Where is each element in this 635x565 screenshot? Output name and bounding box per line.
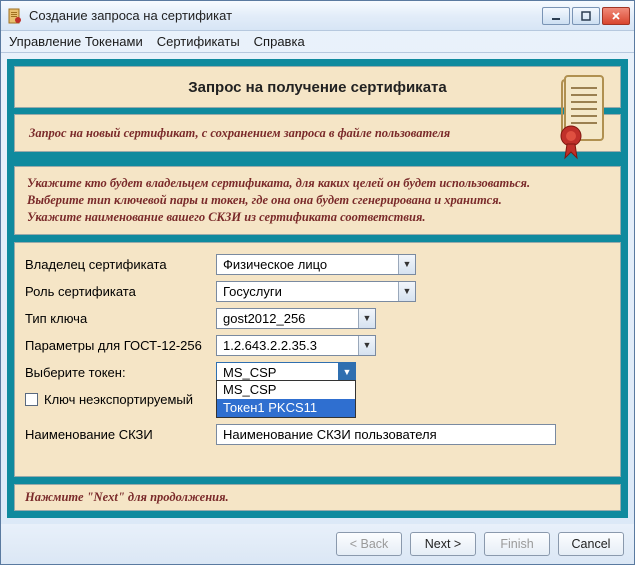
params-value: 1.2.643.2.2.35.3 xyxy=(217,336,358,355)
chevron-down-icon: ▼ xyxy=(398,282,415,301)
wizard-buttons: < Back Next > Finish Cancel xyxy=(1,524,634,564)
row-owner: Владелец сертификата Физическое лицо ▼ xyxy=(25,251,610,278)
row-keytype: Тип ключа gost2012_256 ▼ xyxy=(25,305,610,332)
skzi-label: Наименование СКЗИ xyxy=(25,427,210,442)
banner-title: Запрос на получение сертификата xyxy=(15,67,620,107)
skzi-input[interactable]: Наименование СКЗИ пользователя xyxy=(216,424,556,445)
keytype-value: gost2012_256 xyxy=(217,309,358,328)
back-button[interactable]: < Back xyxy=(336,532,402,556)
nonexport-label: Ключ неэкспортируемый xyxy=(44,392,193,407)
maximize-button[interactable] xyxy=(572,7,600,25)
row-role: Роль сертификата Госуслуги ▼ xyxy=(25,278,610,305)
window-title: Создание запроса на сертификат xyxy=(29,8,542,23)
chevron-down-icon: ▼ xyxy=(398,255,415,274)
hint-text: Нажмите "Next" для продолжения. xyxy=(14,484,621,511)
row-params: Параметры для ГОСТ-12-256 1.2.643.2.2.35… xyxy=(25,332,610,359)
app-icon xyxy=(7,8,23,24)
keytype-label: Тип ключа xyxy=(25,311,210,326)
app-window: Создание запроса на сертификат Управлени… xyxy=(0,0,635,565)
nonexport-checkbox[interactable] xyxy=(25,393,38,406)
row-skzi: Наименование СКЗИ Наименование СКЗИ поль… xyxy=(25,421,610,448)
menubar: Управление Токенами Сертификаты Справка xyxy=(1,31,634,53)
params-label: Параметры для ГОСТ-12-256 xyxy=(25,338,210,353)
close-button[interactable] xyxy=(602,7,630,25)
instruction-line-3: Укажите наименование вашего СКЗИ из серт… xyxy=(27,209,608,226)
instruction-line-1: Укажите кто будет владельцем сертификата… xyxy=(27,175,608,192)
role-label: Роль сертификата xyxy=(25,284,210,299)
chevron-down-icon: ▼ xyxy=(358,309,375,328)
window-controls xyxy=(542,7,630,25)
finish-button[interactable]: Finish xyxy=(484,532,550,556)
role-combo[interactable]: Госуслуги ▼ xyxy=(216,281,416,302)
keytype-combo[interactable]: gost2012_256 ▼ xyxy=(216,308,376,329)
instruction-line-2: Выберите тип ключевой пары и токен, где … xyxy=(27,192,608,209)
token-option-pkcs11[interactable]: Токен1 PKCS11 xyxy=(217,399,355,417)
role-value: Госуслуги xyxy=(217,282,398,301)
token-dropdown: MS_CSP Токен1 PKCS11 xyxy=(216,380,356,418)
titlebar: Создание запроса на сертификат xyxy=(1,1,634,31)
banner-subtitle: Запрос на новый сертификат, с сохранение… xyxy=(14,114,621,152)
minimize-button[interactable] xyxy=(542,7,570,25)
wizard-panel: Запрос на получение сертификата Запрос н… xyxy=(7,59,628,518)
token-label: Выберите токен: xyxy=(25,365,210,380)
owner-label: Владелец сертификата xyxy=(25,257,210,272)
token-option-mscsp[interactable]: MS_CSP xyxy=(217,381,355,399)
banner-title-box: Запрос на получение сертификата xyxy=(14,66,621,108)
menu-certs[interactable]: Сертификаты xyxy=(157,34,240,49)
menu-help[interactable]: Справка xyxy=(254,34,305,49)
next-button[interactable]: Next > xyxy=(410,532,476,556)
params-combo[interactable]: 1.2.643.2.2.35.3 ▼ xyxy=(216,335,376,356)
owner-value: Физическое лицо xyxy=(217,255,398,274)
owner-combo[interactable]: Физическое лицо ▼ xyxy=(216,254,416,275)
instructions: Укажите кто будет владельцем сертификата… xyxy=(14,166,621,235)
chevron-down-icon: ▼ xyxy=(358,336,375,355)
row-token: Выберите токен: MS_CSP ▼ MS_CSP Токен1 P… xyxy=(25,359,610,386)
menu-tokens[interactable]: Управление Токенами xyxy=(9,34,143,49)
wizard-header: Запрос на получение сертификата Запрос н… xyxy=(14,66,621,159)
cancel-button[interactable]: Cancel xyxy=(558,532,624,556)
form-area: Владелец сертификата Физическое лицо ▼ Р… xyxy=(14,242,621,477)
